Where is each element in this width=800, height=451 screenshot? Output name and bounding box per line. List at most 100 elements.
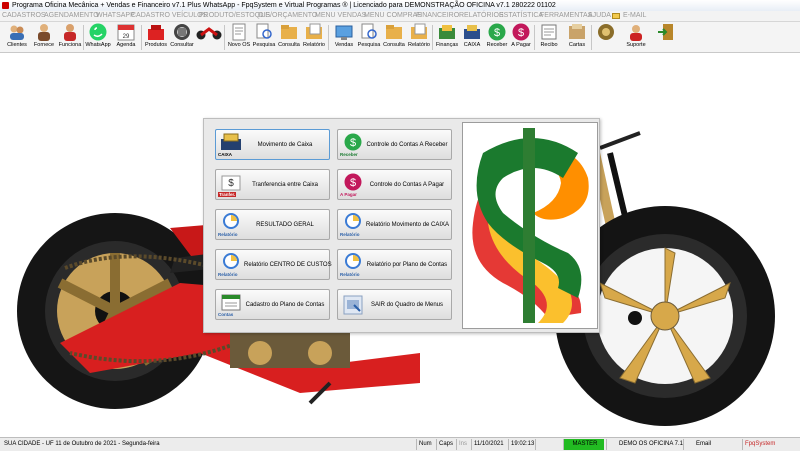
status-demo: DEMO OS OFICINA 7.1	[606, 439, 694, 450]
button-icon-caption: Relatório	[218, 272, 238, 277]
toolbar-exit-button[interactable]	[652, 23, 680, 51]
app-icon	[2, 2, 9, 9]
toolbar-cartas-button[interactable]: Cartas	[563, 23, 591, 51]
menu-email[interactable]: E-MAIL	[623, 11, 646, 21]
menu-relatorios[interactable]: RELATÓRIOS	[459, 11, 504, 21]
menu-ferramentas[interactable]: FERRAMENTAS	[540, 11, 592, 21]
svg-text:$: $	[494, 27, 500, 39]
button-label: SAIR do Quadro de Menus	[370, 302, 444, 308]
relatorio-plano-contas-button[interactable]: Relatório Relatório por Plano de Contas	[337, 249, 452, 280]
menu-compras[interactable]: MENU COMPRAS	[364, 11, 422, 21]
menu-ajuda[interactable]: AJUDA	[588, 11, 611, 21]
os-search-icon	[255, 23, 273, 41]
report-icon: Relatório	[340, 253, 364, 277]
status-caps: Caps	[436, 439, 457, 450]
button-label: RESULTADO GERAL	[256, 222, 314, 228]
dollar-logo-icon	[472, 128, 589, 323]
menu-os-orcamento[interactable]: O.S/ORÇAMENTO	[258, 11, 317, 21]
calendar-icon: 29	[117, 23, 135, 41]
status-num: Num	[416, 439, 437, 450]
supplier-icon	[35, 23, 53, 41]
report-icon: Relatório	[218, 253, 242, 277]
resultado-geral-button[interactable]: Relatório RESULTADO GERAL	[215, 209, 330, 240]
title-bar: Programa Oficina Mecânica + Vendas e Fin…	[0, 0, 800, 11]
os-report-icon	[305, 23, 323, 41]
button-label: Relatório Movimento de CAIXA	[366, 222, 450, 228]
movimento-caixa-button[interactable]: CAIXA Movimento de Caixa	[215, 129, 330, 160]
window-title: Programa Oficina Mecânica + Vendas e Fin…	[12, 2, 556, 9]
menu-agendamento[interactable]: AGENDAMENTO	[44, 11, 99, 21]
search-products-icon	[173, 23, 191, 41]
menu-estatistica[interactable]: ESTATÍSTICA	[499, 11, 543, 21]
transfer-icon: $ Tranfer.	[218, 173, 242, 197]
menu-whatsapp[interactable]: WHATSAPP	[96, 11, 135, 21]
button-label: Relatório CENTRO DE CUSTOS	[244, 262, 332, 268]
os-query-icon	[280, 23, 298, 41]
financial-menu-panel: CAIXA Movimento de Caixa $ Receber Contr…	[203, 118, 600, 333]
exit-icon	[657, 23, 675, 41]
svg-text:$: $	[518, 27, 524, 39]
button-label: Movimento de Caixa	[257, 142, 313, 148]
relatorio-centro-custos-button[interactable]: Relatório Relatório CENTRO DE CUSTOS	[215, 249, 332, 280]
sales-icon	[335, 23, 353, 41]
products-icon	[147, 23, 165, 41]
status-date: 11/10/2021	[471, 439, 510, 450]
status-demo-text: DEMO OS OFICINA 7.1	[619, 441, 684, 447]
payable-icon: $ A Pagar	[340, 173, 364, 197]
menu-bar: CADASTROS AGENDAMENTO WHATSAPP CADASTRO …	[0, 11, 800, 22]
money-logo-image	[462, 122, 598, 329]
toolbar: Clientes Fornece Funciona WhatsApp 29 Ag…	[0, 22, 800, 53]
receivable-icon: $ Receber	[340, 133, 364, 157]
button-label: Controle do Contas A Receber	[366, 142, 448, 148]
email-icon	[612, 13, 620, 19]
receivable-icon: $	[488, 23, 506, 41]
accounts-plan-icon: Contas	[218, 293, 242, 317]
toolbar-label: Suporte	[626, 42, 646, 48]
status-email-text: Email	[696, 441, 712, 447]
toolbar-suporte-button[interactable]: Suporte	[622, 23, 650, 51]
support-icon	[627, 23, 645, 41]
button-icon-caption: Relatório	[218, 232, 238, 237]
sair-quadro-menus-button[interactable]: SAIR do Quadro de Menus	[337, 289, 452, 320]
button-icon-caption: Relatório	[340, 272, 360, 277]
clients-icon	[8, 23, 26, 41]
svg-text:$: $	[350, 177, 356, 189]
status-blank	[535, 439, 556, 450]
button-icon-caption: Contas	[218, 312, 234, 317]
sales-search-icon	[360, 23, 378, 41]
menu-financeiro[interactable]: FINANCEIRO	[416, 11, 459, 21]
cadastro-plano-contas-button[interactable]: Contas Cadastro do Plano de Contas	[215, 289, 330, 320]
button-icon-caption: A Pagar	[340, 192, 357, 197]
button-label: Cadastro do Plano de Contas	[245, 302, 325, 308]
status-time: 19:02:13	[508, 439, 537, 450]
menu-cadastro-veiculos[interactable]: CADASTRO VEÍCULOS	[131, 11, 207, 21]
svg-text:29: 29	[123, 34, 130, 40]
finance-icon	[438, 23, 456, 41]
cash-register-icon: CAIXA	[218, 133, 242, 157]
svg-text:$: $	[228, 178, 234, 189]
transferencia-caixa-button[interactable]: $ Tranfer. Tranferencia entre Caixa	[215, 169, 330, 200]
receipt-icon	[540, 23, 558, 41]
employee-icon	[61, 23, 79, 41]
button-label: Tranferencia entre Caixa	[252, 182, 318, 188]
letters-icon	[568, 23, 586, 41]
status-email[interactable]: Email	[683, 439, 724, 450]
menu-cadastros[interactable]: CADASTROS	[2, 11, 46, 21]
status-location-date: SUA CIDADE - UF 11 de Outubro de 2021 - …	[4, 441, 160, 447]
button-icon-caption: Receber	[340, 152, 358, 157]
toolbar-consultar-button[interactable]: Consultar	[168, 23, 196, 51]
button-icon-caption: Relatório	[340, 232, 360, 237]
new-os-icon	[230, 23, 248, 41]
status-master-badge: MASTER	[563, 439, 604, 450]
whatsapp-icon	[89, 23, 107, 41]
relatorio-movimento-caixa-button[interactable]: Relatório Relatório Movimento de CAIXA	[337, 209, 452, 240]
contas-pagar-button[interactable]: $ A Pagar Controle do Contas A Pagar	[337, 169, 452, 200]
contas-receber-button[interactable]: $ Receber Controle do Contas A Receber	[337, 129, 452, 160]
report-icon: Relatório	[340, 213, 364, 237]
status-brand: FpqSystem	[742, 439, 785, 450]
svg-text:$: $	[350, 137, 356, 149]
exit-menu-icon	[342, 293, 364, 317]
menu-vendas[interactable]: MENU VENDAS	[315, 11, 366, 21]
button-icon-caption: CAIXA	[218, 152, 233, 157]
tools-icon	[597, 23, 615, 41]
